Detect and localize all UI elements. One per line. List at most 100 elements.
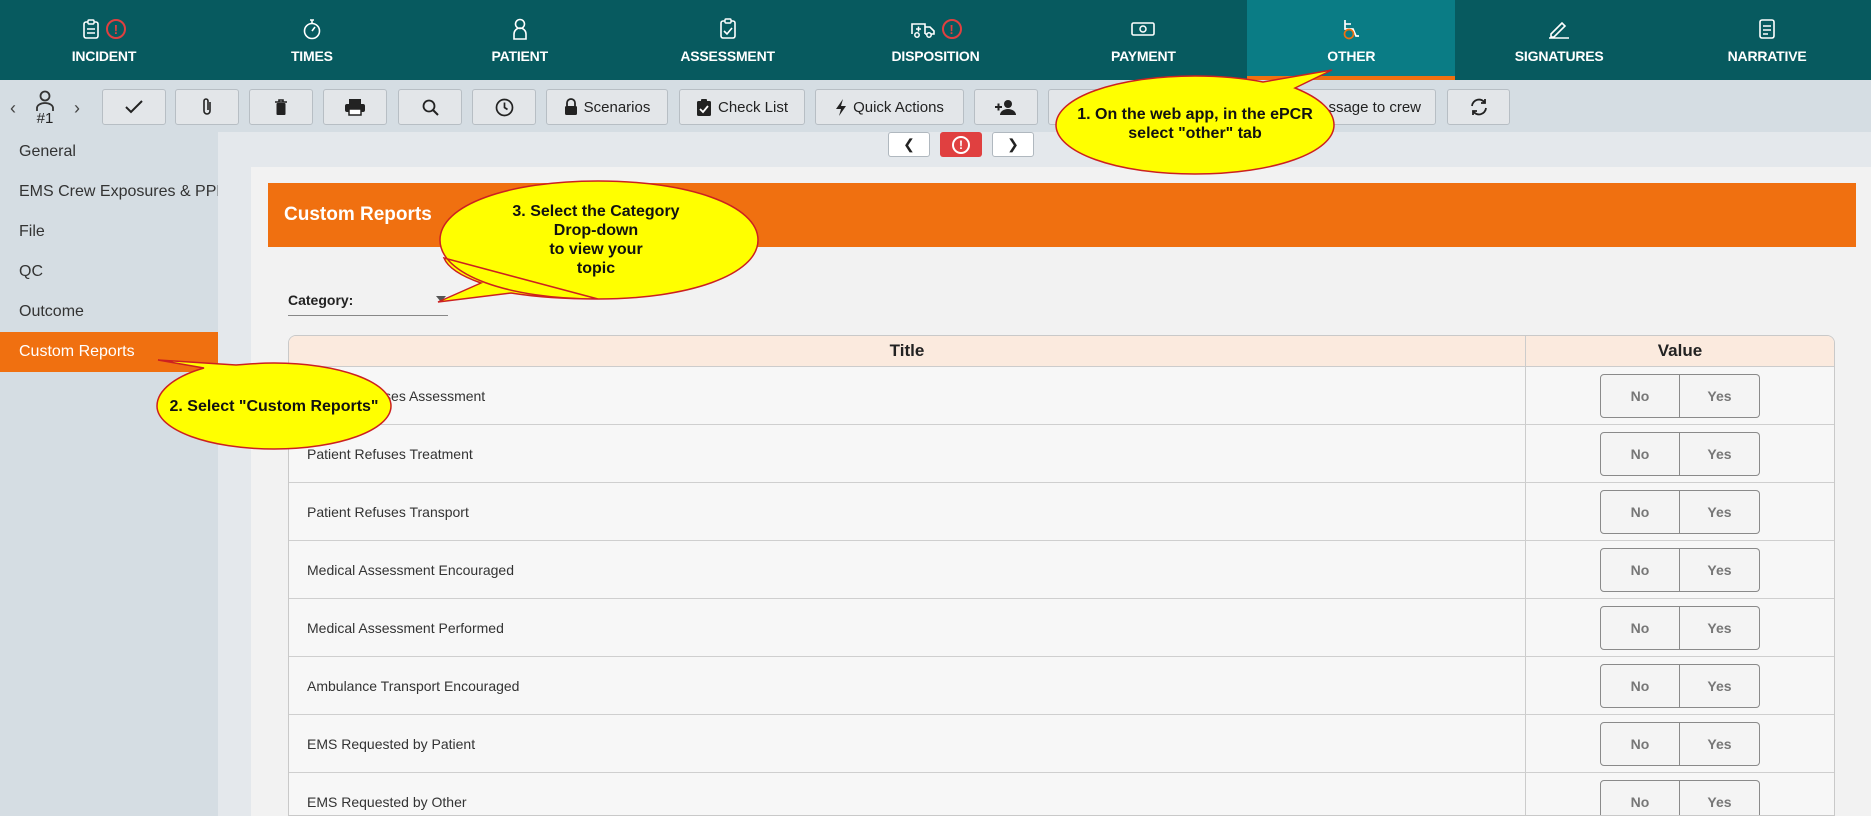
column-header-value: Value (1657, 341, 1703, 360)
check-icon (125, 100, 143, 114)
chevron-right-icon: ❯ (1007, 136, 1019, 152)
no-button[interactable]: No (1600, 663, 1680, 708)
table-row: Medical Assessment Performed No Yes (289, 599, 1834, 657)
row-title: Patient Refuses Transport (289, 483, 1526, 540)
lightning-icon (836, 98, 847, 116)
table-header: Title Value (289, 336, 1834, 367)
document-icon (1759, 19, 1775, 39)
checklist-label: Check List (717, 98, 789, 116)
yes-button[interactable]: Yes (1680, 373, 1760, 418)
yes-button[interactable]: Yes (1680, 489, 1760, 534)
row-title: Patient Refuses Assessment (289, 367, 1526, 424)
callout-step-3: 3. Select the Category Drop-down to view… (436, 178, 760, 304)
no-button[interactable]: No (1600, 547, 1680, 592)
clock-icon (495, 98, 513, 116)
tab-label: PAYMENT (1111, 48, 1176, 64)
toolbar: ‹ #1 › Scenarios Check List Quick Action… (0, 80, 1871, 132)
chevron-left-icon: ❮ (903, 136, 915, 152)
tab-label: NARRATIVE (1727, 48, 1807, 64)
tab-disposition[interactable]: ! DISPOSITION (832, 0, 1040, 80)
yes-no-toggle: No Yes (1600, 431, 1760, 476)
row-title: Ambulance Transport Encouraged (289, 657, 1526, 714)
tab-patient[interactable]: PATIENT (416, 0, 624, 80)
patient-selector: ‹ #1 › (10, 86, 80, 130)
search-button[interactable] (398, 89, 462, 125)
tab-times[interactable]: TIMES (208, 0, 416, 80)
column-header-title: Title (289, 336, 1526, 366)
table-row: EMS Requested by Patient No Yes (289, 715, 1834, 773)
no-button[interactable]: No (1600, 605, 1680, 650)
tab-label: INCIDENT (71, 48, 137, 64)
previous-button[interactable]: ❮ (888, 132, 930, 157)
alert-icon: ! (952, 135, 970, 154)
ambulance-icon (910, 23, 935, 38)
clipboard-icon (83, 19, 99, 39)
yes-no-toggle: No Yes (1600, 779, 1760, 815)
row-title: EMS Requested by Patient (289, 715, 1526, 772)
yes-no-toggle: No Yes (1600, 373, 1760, 418)
chevron-left-icon[interactable]: ‹ (10, 98, 16, 119)
row-title: Medical Assessment Performed (289, 599, 1526, 656)
stopwatch-icon (303, 19, 321, 40)
tab-label: ASSESSMENT (680, 48, 775, 64)
add-crew-button[interactable] (974, 89, 1038, 125)
yes-button[interactable]: Yes (1680, 721, 1760, 766)
sync-button[interactable] (1447, 89, 1510, 125)
sidebar-item-file[interactable]: File (0, 212, 218, 252)
category-dropdown[interactable]: Category: (288, 292, 448, 316)
yes-button[interactable]: Yes (1680, 663, 1760, 708)
chevron-right-icon[interactable]: › (74, 98, 80, 119)
yes-button[interactable]: Yes (1680, 431, 1760, 476)
checklist-button[interactable]: Check List (679, 89, 805, 125)
callout-text: 3. Select the Category Drop-down to view… (512, 203, 680, 277)
alert-icon: ! (941, 19, 962, 39)
add-user-icon (995, 99, 1016, 115)
trash-icon (275, 99, 287, 115)
sync-icon (1470, 98, 1487, 116)
tab-incident[interactable]: ! INCIDENT (0, 0, 208, 80)
yes-no-toggle: No Yes (1600, 547, 1760, 592)
complete-button[interactable] (102, 89, 166, 125)
no-button[interactable]: No (1600, 489, 1680, 534)
lock-icon (564, 98, 577, 115)
clipboard-check-icon (719, 18, 736, 39)
quick-actions-label: Quick Actions (853, 98, 944, 116)
message-crew-label: ssage to crew (1328, 98, 1421, 116)
sidebar: General EMS Crew Exposures & PPE File QC… (0, 132, 218, 816)
no-button[interactable]: No (1600, 779, 1680, 815)
print-button[interactable] (323, 89, 387, 125)
tab-label: PATIENT (491, 48, 549, 64)
yes-no-toggle: No Yes (1600, 721, 1760, 766)
no-button[interactable]: No (1600, 721, 1680, 766)
tab-signatures[interactable]: SIGNATURES (1455, 0, 1663, 80)
money-icon (1131, 22, 1156, 36)
tab-narrative[interactable]: NARRATIVE (1663, 0, 1871, 80)
no-button[interactable]: No (1600, 373, 1680, 418)
history-button[interactable] (472, 89, 536, 125)
sidebar-item-crew-exposures[interactable]: EMS Crew Exposures & PPE (0, 172, 218, 212)
quick-actions-button[interactable]: Quick Actions (815, 89, 964, 125)
sidebar-item-outcome[interactable]: Outcome (0, 292, 218, 332)
yes-no-toggle: No Yes (1600, 663, 1760, 708)
yes-button[interactable]: Yes (1680, 605, 1760, 650)
sidebar-item-qc[interactable]: QC (0, 252, 218, 292)
delete-button[interactable] (249, 89, 313, 125)
row-title: Patient Refuses Treatment (289, 425, 1526, 482)
sidebar-item-general[interactable]: General (0, 132, 218, 172)
validation-alert-button[interactable]: ! (940, 132, 982, 157)
alert-icon: ! (105, 19, 126, 39)
tab-label: SIGNATURES (1514, 48, 1604, 64)
tab-label: TIMES (290, 48, 333, 64)
signature-icon (1549, 21, 1570, 39)
attach-button[interactable] (175, 89, 239, 125)
no-button[interactable]: No (1600, 431, 1680, 476)
tab-assessment[interactable]: ASSESSMENT (624, 0, 832, 80)
yes-button[interactable]: Yes (1680, 779, 1760, 815)
next-button[interactable]: ❯ (992, 132, 1034, 157)
table-row: EMS Requested by Other No Yes (289, 773, 1834, 815)
top-nav: ! INCIDENT TIMES PATIENT ASSESSMENT ! DI… (0, 0, 1871, 80)
scenarios-label: Scenarios (583, 98, 651, 116)
category-label: Category: (288, 292, 354, 308)
scenarios-button[interactable]: Scenarios (546, 89, 668, 125)
yes-button[interactable]: Yes (1680, 547, 1760, 592)
